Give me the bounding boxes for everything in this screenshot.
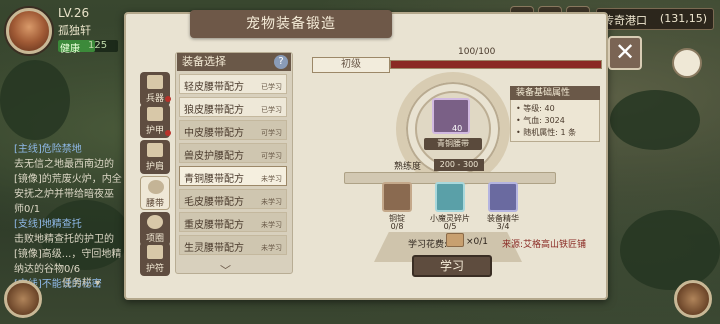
belt-icon [148,180,164,194]
recipe-status: 已学习 [261,83,282,91]
help-icon[interactable]: ? [274,55,288,69]
recipe-status: 未学习 [261,198,282,206]
player-avatar[interactable] [6,8,52,54]
location-bar[interactable]: 传奇港口 (131,15) [596,8,714,30]
recipe-name: 兽皮护腰配方 [184,151,244,162]
recipe-status: 可学习 [261,129,282,137]
tab-collar[interactable]: 项圈 [140,212,170,246]
tree-cluster [620,210,720,290]
item-level: 40 [452,124,463,133]
recipe-item[interactable]: 毛皮腰带配方 未学习 [179,189,287,209]
material-count: 3/4 [496,222,510,231]
recipe-name: 毛皮腰带配方 [184,197,244,208]
weapon-icon [147,75,163,89]
learn-button[interactable]: 学习 [412,255,492,277]
equipment-essence-icon[interactable] [488,182,518,212]
recipe-status: 未学习 [261,244,282,252]
collar-icon [147,215,163,229]
location-coords: (131,15) [659,12,707,25]
companion-avatar[interactable] [4,280,42,318]
recipe-status: 未学习 [261,221,282,229]
copper-ingot-icon[interactable] [382,182,412,212]
cost-label: 学习花费: [408,240,448,250]
tab-label: 兵器 [145,94,164,104]
material-count: 0/5 [443,222,457,231]
tab-shoulder[interactable]: 护肩 [140,140,170,174]
quest-title[interactable]: [支线]地精查托 [14,217,122,232]
recipe-status: 已学习 [261,106,282,114]
recipe-name: 轻皮腰带配方 [184,82,244,93]
proficiency-progress-bar [390,60,602,69]
recipe-status: 未学习 [261,175,282,183]
player-level: LV.26 [58,6,90,20]
tab-belt[interactable]: 腰带 [140,176,170,210]
belt-item-icon[interactable] [432,98,470,134]
recipe-name: 狼皮腰带配方 [184,105,244,116]
quest-text: 去无信之地最西南边的[镜像]的荒废火炉，内全安抚之炉并带给暗夜巫师0/1 [14,159,122,215]
recipe-item-selected[interactable]: 青铜腰带配方 未学习 [179,166,287,186]
quest-title[interactable]: [主线]危险禁地 [14,142,122,157]
progress-fill [391,61,601,68]
shoulder-icon [147,143,163,157]
attribute-header: 装备基础属性 [510,86,600,100]
recipe-scroll-icon [446,233,464,247]
scroll-down-icon[interactable]: ﹀ [220,262,231,278]
tab-label: 护肩 [145,162,164,172]
cost-count: ×0/1 [466,237,489,247]
recipe-status: 可学习 [261,152,282,160]
attribute-line: • 等级: 40 [516,104,555,113]
map-icon[interactable] [672,48,702,78]
source-text: 来源:艾格高山铁匠铺 [502,240,587,250]
dialog-title: 宠物装备锻造 [190,10,392,38]
recipe-item[interactable]: 中皮腰带配方 可学习 [179,120,287,140]
quest-log[interactable]: [主线]危险禁地 去无信之地最西南边的[镜像]的荒废火炉，内全安抚之炉并带给暗夜… [14,142,122,292]
tree-cluster [0,60,70,140]
hp-tag: 健康 [60,44,80,55]
attribute-line: • 气血: 3024 [516,116,565,125]
grade-label: 初级 [312,57,390,73]
material-count: 0/8 [390,222,404,231]
hp-value: 125 [88,40,108,51]
item-name: 青铜腰带 [424,138,482,150]
proficiency-value: 200 - 300 [434,159,484,171]
close-button[interactable]: ✕ [608,36,642,70]
tree-cluster [610,90,700,150]
recipe-name: 重皮腰带配方 [184,220,244,231]
amulet-icon [147,245,163,259]
recipe-name: 中皮腰带配方 [184,128,244,139]
armor-icon [147,107,163,121]
recipe-item[interactable]: 轻皮腰带配方 已学习 [179,74,287,94]
quest-expand[interactable]: 任务栏 ▾ [62,274,100,289]
recipe-item[interactable]: 狼皮腰带配方 已学习 [179,97,287,117]
recipe-name: 青铜腰带配方 [184,174,244,185]
progress-text: 100/100 [458,47,496,57]
recipe-item[interactable]: 兽皮护腰配方 可学习 [179,143,287,163]
attribute-line: • 随机属性: 1 条 [516,128,577,137]
tab-amulet[interactable]: 护符 [140,242,170,276]
tab-label: 腰带 [145,199,164,209]
notification-dot [165,96,171,102]
location-name: 传奇港口 [603,14,647,27]
notification-dot [165,130,171,136]
recipe-item[interactable]: 生灵腰带配方 未学习 [179,235,287,255]
proficiency-label: 熟练度 [394,162,422,172]
recipe-name: 生灵腰带配方 [184,243,244,254]
player-name: 孤独轩 [58,24,91,37]
quest-text: 击败地精查托的护卫的[镜像]高级...，守回地精纳达的谷物0/6 [14,234,122,275]
spirit-shard-icon[interactable] [435,182,465,212]
pet-avatar[interactable] [674,280,712,318]
tab-label: 护符 [145,264,164,274]
recipe-item[interactable]: 重皮腰带配方 未学习 [179,212,287,232]
tab-label: 护甲 [145,126,164,136]
